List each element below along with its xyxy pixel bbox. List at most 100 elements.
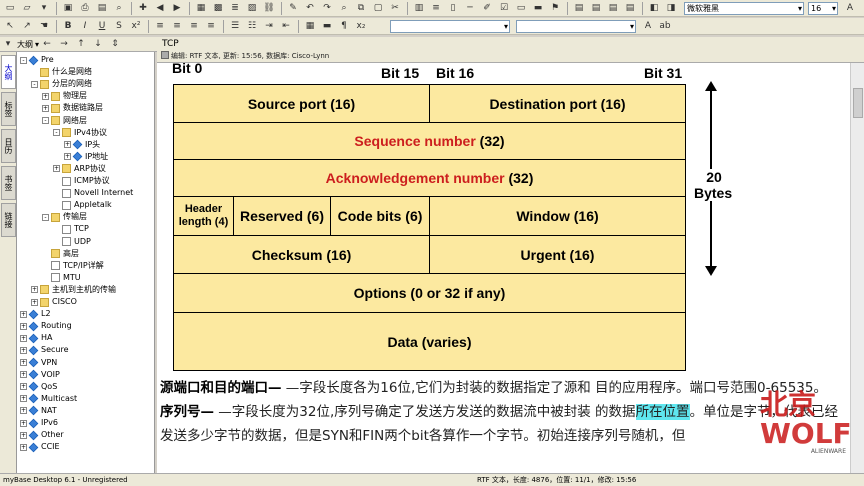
expand-icon[interactable]: + [31,286,38,294]
image-icon[interactable]: ▨ [244,1,260,15]
expand-icon[interactable]: + [42,92,49,100]
check-icon[interactable]: ☑ [496,1,512,15]
text-color-icon[interactable]: A [842,1,858,15]
expand-icon[interactable] [53,190,60,197]
font-name-select[interactable]: 微软雅黑 [684,1,804,15]
tree-item[interactable]: TCP/IP详解 [42,260,104,272]
document-body[interactable]: 源端口和目的端口— —字段长度各为16位,它们为封装的数据指定了源和 目的应用程… [160,376,848,473]
expand-icon[interactable]: + [20,322,27,330]
doc1-icon[interactable]: ▤ [571,1,587,15]
flag-icon[interactable]: ⚑ [547,1,563,15]
tree-item[interactable]: + Routing [20,320,72,332]
para-icon[interactable]: ¶ [336,19,352,33]
color-icon[interactable]: ◧ [646,1,662,15]
tree-item[interactable]: + QoS [20,381,57,393]
tree-item[interactable]: 什么是网络 [31,66,92,78]
format-select[interactable] [516,19,636,33]
align-icon[interactable]: ≣ [227,1,243,15]
tree-item[interactable]: + VPN [20,357,57,369]
expand-icon[interactable]: + [64,153,71,161]
expand-icon[interactable]: + [42,104,49,112]
expand-icon[interactable]: + [20,407,27,415]
tree-item[interactable]: + IP地址 [64,151,108,163]
back-icon[interactable]: ◀ [152,1,168,15]
expand-icon[interactable] [53,202,60,209]
dropdown-icon[interactable]: ▾ [36,1,52,15]
cut-icon[interactable]: ✂ [387,1,403,15]
tree-item[interactable]: + 物理层 [42,90,87,102]
print-icon[interactable]: ⎙ [77,1,93,15]
tree-item[interactable]: - Pre [20,54,54,66]
scrollbar-thumb[interactable] [853,88,863,118]
edit-icon[interactable]: ✎ [285,1,301,15]
tree-item[interactable]: - IPv4协议 [53,127,107,139]
expand-icon[interactable] [31,69,38,76]
expand-icon[interactable]: + [64,141,71,149]
expand-icon[interactable]: + [20,359,27,366]
superscript-icon[interactable]: x² [128,19,144,33]
cursor-icon[interactable]: ↖ [2,19,18,33]
bullets-icon[interactable]: ☰ [227,19,243,33]
vertical-scrollbar[interactable] [850,63,864,473]
view-icon[interactable]: ▥ [411,1,427,15]
tab-calendar[interactable]: 日历 [1,129,16,163]
expand-icon[interactable]: + [20,334,27,342]
collapse-icon[interactable]: - [42,117,49,124]
justify-icon[interactable]: ≡ [203,19,219,33]
collapse-icon[interactable]: - [42,213,49,221]
pointer-icon[interactable]: ↗ [19,19,35,33]
sub-icon[interactable]: x₂ [353,19,369,33]
search-icon[interactable]: ⌕ [111,1,127,15]
tree-item[interactable]: + VOIP [20,369,60,381]
move-up-icon[interactable]: ↑ [73,37,89,51]
expand-icon[interactable]: + [20,371,27,379]
columns-icon[interactable]: ▯ [445,1,461,15]
tree-item[interactable]: ICMP协议 [53,175,110,187]
tree-item[interactable]: + L2 [20,308,51,320]
move-down-icon[interactable]: ↓ [90,37,106,51]
bold-icon[interactable]: B [60,19,76,33]
outdent-icon[interactable]: ⇤ [278,19,294,33]
list-icon[interactable]: ≡ [428,1,444,15]
tree-item[interactable]: + IPv6 [20,417,58,429]
tree-item[interactable]: + 主机到主机的传输 [31,284,116,296]
doc2-icon[interactable]: ▤ [588,1,604,15]
tree-item[interactable]: - 网络层 [42,115,87,127]
color-a-icon[interactable]: A [640,19,656,33]
table-icon[interactable]: ▦ [193,1,209,15]
box-icon[interactable]: ▭ [513,1,529,15]
redo-icon[interactable]: ↷ [319,1,335,15]
tab-tags[interactable]: 标签 [1,92,16,126]
tree-item[interactable]: + CISCO [31,296,77,308]
hr-icon[interactable]: ▬ [319,19,335,33]
tree-item[interactable]: TCP [53,223,89,235]
save-icon[interactable]: ▣ [60,1,76,15]
doc4-icon[interactable]: ▤ [622,1,638,15]
marker-icon[interactable]: ▬ [530,1,546,15]
minus-icon[interactable]: ─ [462,1,478,15]
tree-item[interactable]: - 分层的网络 [31,78,92,90]
pen-icon[interactable]: ✐ [479,1,495,15]
expand-icon[interactable]: + [20,419,27,427]
font-size-select[interactable]: 16 [808,1,838,15]
align-left-icon[interactable]: ≡ [152,19,168,33]
collapse-icon[interactable]: - [20,56,27,64]
paste-icon[interactable]: ▢ [370,1,386,15]
tree-item[interactable]: + Multicast [20,393,77,405]
tree-item[interactable]: + IP头 [64,139,100,151]
expand-icon[interactable]: + [20,395,27,403]
tree-item[interactable]: + Secure [20,344,69,356]
tree-item[interactable]: + NAT [20,405,57,417]
tree-item[interactable]: + ARP协议 [53,163,106,175]
tree-item[interactable]: Novell Internet [53,187,133,199]
move-left-icon[interactable]: ← [39,37,55,51]
tab-bookmarks[interactable]: 书签 [1,166,16,200]
open-folder-icon[interactable]: ▱ [19,1,35,15]
tab-links[interactable]: 链接 [1,203,16,237]
expand-icon[interactable] [42,250,49,257]
grid-icon[interactable]: ▩ [210,1,226,15]
tree-item[interactable]: - 传输层 [42,211,87,223]
forward-icon[interactable]: ▶ [169,1,185,15]
link-icon[interactable]: ⛓ [261,1,277,15]
undo-icon[interactable]: ↶ [302,1,318,15]
